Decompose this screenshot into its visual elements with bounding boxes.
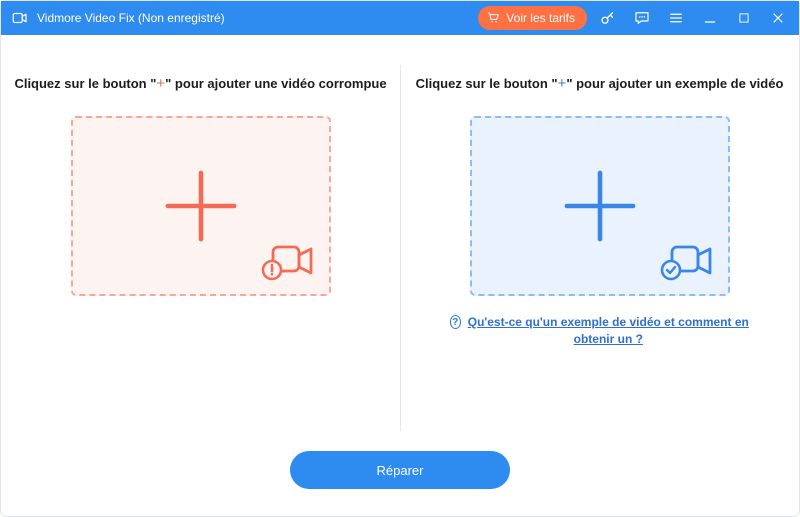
window-title: Vidmore Video Fix (Non enregistré) <box>37 11 225 25</box>
sample-help-link[interactable]: Qu'est-ce qu'un exemple de vidéo et comm… <box>467 314 749 348</box>
cart-icon <box>486 10 500 27</box>
repair-button-label: Réparer <box>377 463 424 478</box>
minimize-button[interactable] <box>697 5 723 31</box>
repair-button[interactable]: Réparer <box>290 451 510 489</box>
sample-help-area: ? Qu'est-ce qu'un exemple de vidéo et co… <box>450 314 750 348</box>
close-button[interactable] <box>765 5 791 31</box>
maximize-button[interactable] <box>731 5 757 31</box>
pricing-button-label: Voir les tarifs <box>506 11 575 25</box>
titlebar: Vidmore Video Fix (Non enregistré) Voir … <box>1 1 799 35</box>
plus-hint-icon: + <box>156 75 165 92</box>
register-key-button[interactable] <box>595 5 621 31</box>
camera-check-icon <box>660 241 716 286</box>
sample-video-pane: Cliquez sur le bouton "+" pour ajouter u… <box>400 35 799 451</box>
add-corrupted-video-dropzone[interactable] <box>71 116 331 296</box>
corrupted-video-pane: Cliquez sur le bouton "+" pour ajouter u… <box>1 35 400 451</box>
plus-icon <box>554 160 646 252</box>
plus-icon <box>155 160 247 252</box>
menu-button[interactable] <box>663 5 689 31</box>
footer: Réparer <box>1 451 799 517</box>
sample-pane-heading: Cliquez sur le bouton "+" pour ajouter u… <box>416 75 784 92</box>
pane-divider <box>400 65 401 431</box>
plus-hint-icon: + <box>558 75 567 92</box>
corrupted-pane-heading: Cliquez sur le bouton "+" pour ajouter u… <box>14 75 386 92</box>
add-sample-video-dropzone[interactable] <box>470 116 730 296</box>
app-logo-icon <box>11 9 29 27</box>
main-content: Cliquez sur le bouton "+" pour ajouter u… <box>1 35 799 451</box>
camera-error-icon <box>261 241 317 286</box>
feedback-button[interactable] <box>629 5 655 31</box>
help-icon: ? <box>450 315 462 329</box>
pricing-button[interactable]: Voir les tarifs <box>478 6 587 30</box>
